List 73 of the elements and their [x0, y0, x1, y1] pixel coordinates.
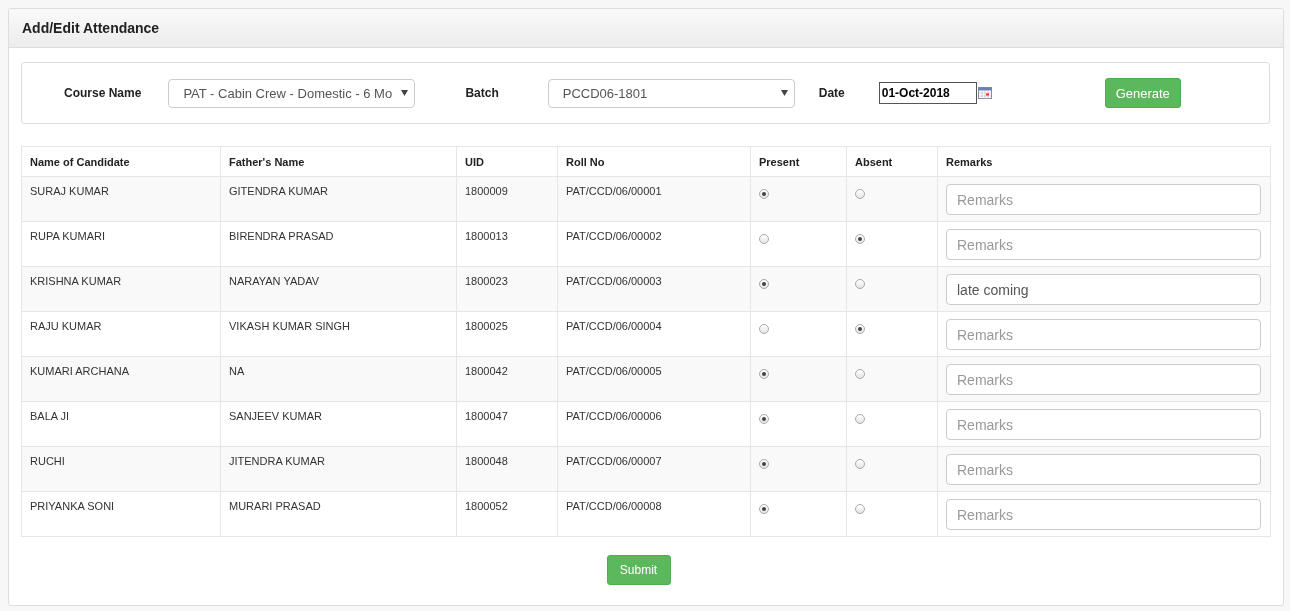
uid-cell: 1800042: [465, 365, 508, 377]
roll-number: PAT/CCD/06/00006: [566, 410, 662, 422]
candidate-name: KUMARI ARCHANA: [30, 365, 130, 377]
absent-radio[interactable]: [855, 414, 865, 424]
date-field[interactable]: 01-Oct-2018: [878, 82, 977, 104]
father-name: JITENDRA KUMAR: [229, 455, 325, 467]
uid-cell: 1800013: [465, 230, 508, 242]
present-radio[interactable]: [759, 369, 769, 379]
roll-number: PAT/CCD/06/00008: [566, 500, 662, 512]
course-select[interactable]: PAT - Cabin Crew - Domestic - 6 Mo: [168, 78, 416, 108]
candidate-name: BALA JI: [30, 410, 70, 422]
absent-radio[interactable]: [855, 369, 865, 379]
calendar-icon[interactable]: [977, 87, 992, 99]
batch-select[interactable]: PCCD06-1801: [547, 78, 795, 108]
absent-radio[interactable]: [855, 459, 865, 469]
column-header: Roll No: [566, 155, 605, 168]
absent-radio[interactable]: [855, 234, 865, 244]
batch-label: Batch: [465, 86, 499, 100]
remarks-field[interactable]: Remarks: [946, 499, 1261, 530]
absent-radio[interactable]: [855, 189, 865, 199]
present-radio[interactable]: [759, 459, 769, 469]
column-header: Remarks: [946, 155, 993, 168]
absent-radio[interactable]: [855, 504, 865, 514]
father-name: BIRENDRA PRASAD: [229, 230, 334, 242]
uid-cell: 1800023: [465, 275, 508, 287]
roll-number: PAT/CCD/06/00005: [566, 365, 662, 377]
father-name: NARAYAN YADAV: [229, 275, 320, 287]
remarks-field[interactable]: late coming: [946, 274, 1261, 305]
caret-icon: [780, 90, 788, 96]
present-radio[interactable]: [759, 189, 769, 199]
column-header: Name of Candidate: [30, 155, 130, 168]
candidate-name: RUCHI: [30, 455, 65, 467]
remarks-field[interactable]: Remarks: [946, 364, 1261, 395]
date-label: Date: [818, 86, 845, 100]
present-radio[interactable]: [759, 504, 769, 514]
absent-radio[interactable]: [855, 324, 865, 334]
present-radio[interactable]: [759, 234, 769, 244]
candidate-name: KRISHNA KUMAR: [30, 275, 122, 287]
candidate-name: RUPA KUMARI: [30, 230, 105, 242]
roll-number: PAT/CCD/06/00004: [566, 320, 662, 332]
present-radio[interactable]: [759, 279, 769, 289]
column-header: UID: [465, 155, 484, 168]
remarks-field[interactable]: Remarks: [946, 454, 1261, 485]
father-name: MURARI PRASAD: [229, 500, 321, 512]
remarks-field[interactable]: Remarks: [946, 229, 1261, 260]
caret-icon: [401, 90, 409, 96]
panel-title: Add/Edit Attendance: [22, 20, 160, 36]
father-name: SANJEEV KUMAR: [229, 410, 322, 422]
course-name-label: Course Name: [64, 86, 142, 100]
candidate-name: PRIYANKA SONI: [30, 500, 115, 512]
roll-number: PAT/CCD/06/00003: [566, 275, 662, 287]
roll-number: PAT/CCD/06/00007: [566, 455, 662, 467]
father-name: VIKASH KUMAR SINGH: [229, 320, 351, 332]
uid-cell: 1800009: [465, 185, 508, 197]
column-header: Present: [759, 155, 800, 168]
uid-cell: 1800052: [465, 500, 508, 512]
uid-cell: 1800025: [465, 320, 508, 332]
column-header: Father's Name: [229, 155, 305, 168]
uid-cell: 1800048: [465, 455, 508, 467]
remarks-field[interactable]: Remarks: [946, 184, 1261, 215]
present-radio[interactable]: [759, 414, 769, 424]
column-header: Absent: [855, 155, 893, 168]
roll-number: PAT/CCD/06/00001: [566, 185, 662, 197]
present-radio[interactable]: [759, 324, 769, 334]
father-name: NA: [229, 365, 245, 377]
absent-radio[interactable]: [855, 279, 865, 289]
candidate-name: RAJU KUMAR: [30, 320, 102, 332]
roll-number: PAT/CCD/06/00002: [566, 230, 662, 242]
remarks-field[interactable]: Remarks: [946, 319, 1261, 350]
remarks-field[interactable]: Remarks: [946, 409, 1261, 440]
candidate-name: SURAJ KUMAR: [30, 185, 109, 197]
father-name: GITENDRA KUMAR: [229, 185, 328, 197]
uid-cell: 1800047: [465, 410, 508, 422]
